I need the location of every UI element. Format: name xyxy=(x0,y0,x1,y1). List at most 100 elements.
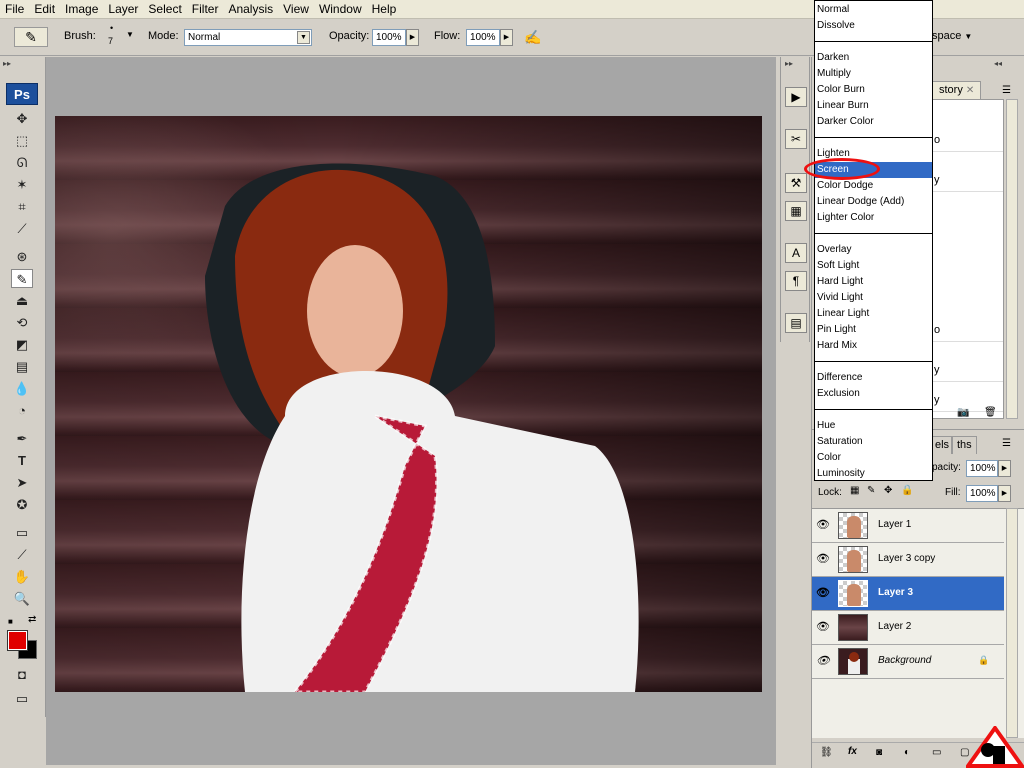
blend-mode-item[interactable]: Overlay xyxy=(815,242,932,258)
magic-wand-tool-icon[interactable]: ✶ xyxy=(11,175,33,194)
lock-image-icon[interactable]: ✎ xyxy=(867,485,875,496)
blend-mode-item[interactable]: Hard Mix xyxy=(815,338,932,354)
move-tool-icon[interactable]: ✥ xyxy=(11,109,33,128)
panel-collapse-icon[interactable]: ▸▸ xyxy=(785,59,793,68)
blur-tool-icon[interactable]: 💧 xyxy=(11,379,33,398)
pen-tool-icon[interactable]: ✒ xyxy=(11,429,33,448)
document-canvas[interactable] xyxy=(55,116,762,692)
menu-filter[interactable]: Filter xyxy=(187,2,224,16)
layer-row[interactable]: 👁 Background 🔒 xyxy=(812,645,1004,679)
lock-all-icon[interactable]: 🔒 xyxy=(901,485,913,496)
panel-menu-icon[interactable]: ☰ xyxy=(1002,438,1011,449)
fill-arrow[interactable]: ▶ xyxy=(998,485,1011,502)
history-item[interactable]: o xyxy=(933,320,1003,342)
menu-file[interactable]: File xyxy=(0,2,29,16)
fill-field[interactable]: 100% xyxy=(966,485,998,502)
marquee-tool-icon[interactable]: ⬚ xyxy=(11,131,33,150)
blend-mode-item[interactable]: Difference xyxy=(815,370,932,386)
blend-mode-item[interactable]: Exclusion xyxy=(815,386,932,402)
lock-transparency-icon[interactable]: ▦ xyxy=(850,485,859,496)
blend-mode-item[interactable]: Darken xyxy=(815,50,932,66)
blend-mode-item[interactable]: Hard Light xyxy=(815,274,932,290)
workspace-menu[interactable]: space ▼ xyxy=(932,30,972,42)
opacity-field[interactable]: 100% xyxy=(372,29,406,46)
layer-style-icon[interactable]: fx xyxy=(848,746,857,757)
eye-icon[interactable]: 👁 xyxy=(816,654,830,668)
tool-presets-icon[interactable]: ✂ xyxy=(785,129,807,149)
healing-brush-tool-icon[interactable]: ⊛ xyxy=(11,247,33,266)
lasso-tool-icon[interactable]: ᘏ xyxy=(11,153,33,172)
blend-mode-item[interactable]: Pin Light xyxy=(815,322,932,338)
eyedropper-tool-icon[interactable]: ⟋ xyxy=(11,219,33,238)
adjustment-layer-icon[interactable]: ◐ xyxy=(904,747,910,758)
brush-tool-icon[interactable]: ✎ xyxy=(11,269,33,288)
mode-select[interactable]: Normal ▼ xyxy=(184,29,312,46)
crop-tool-icon[interactable]: ⌗ xyxy=(11,197,33,216)
layer-opacity-field[interactable]: 100% xyxy=(966,460,998,477)
brushes-icon[interactable]: ▦ xyxy=(785,201,807,221)
menu-view[interactable]: View xyxy=(278,2,314,16)
clone-source-icon[interactable]: ⚒ xyxy=(785,173,807,193)
layer-row[interactable]: 👁 Layer 3 copy xyxy=(812,543,1004,577)
layer-row-selected[interactable]: 👁 Layer 3 xyxy=(812,577,1004,611)
menu-help[interactable]: Help xyxy=(367,2,402,16)
lock-position-icon[interactable]: ✥ xyxy=(884,485,892,496)
menu-select[interactable]: Select xyxy=(143,2,186,16)
panel-collapse-icon[interactable]: ▸▸ xyxy=(3,59,11,68)
path-selection-tool-icon[interactable]: ➤ xyxy=(11,473,33,492)
blend-mode-item[interactable]: Multiply xyxy=(815,66,932,82)
blend-mode-item[interactable]: Darker Color xyxy=(815,114,932,130)
layer-comps-icon[interactable]: ▤ xyxy=(785,313,807,333)
blend-mode-item[interactable]: Color Burn xyxy=(815,82,932,98)
blend-mode-item[interactable]: Color Dodge xyxy=(815,178,932,194)
tab-paths[interactable]: ths xyxy=(952,436,977,454)
menu-layer[interactable]: Layer xyxy=(103,2,143,16)
menu-analysis[interactable]: Analysis xyxy=(223,2,278,16)
blend-mode-item[interactable]: Soft Light xyxy=(815,258,932,274)
link-layers-icon[interactable]: ⛓ xyxy=(820,747,833,758)
history-item[interactable]: y xyxy=(933,170,1003,192)
history-item[interactable]: y xyxy=(933,360,1003,382)
blend-mode-item[interactable]: Linear Dodge (Add) xyxy=(815,194,932,210)
panel-menu-icon[interactable]: ☰ xyxy=(1002,85,1011,96)
menu-image[interactable]: Image xyxy=(60,2,103,16)
tab-history[interactable]: story ✕ xyxy=(932,81,982,99)
panel-collapse-icon[interactable]: ◂◂ xyxy=(994,59,1002,68)
swap-colors-icon[interactable]: ⇄ xyxy=(28,614,36,625)
history-scrollbar[interactable] xyxy=(1006,99,1018,419)
new-group-icon[interactable]: ▭ xyxy=(932,747,941,758)
add-mask-icon[interactable]: ◙ xyxy=(876,747,882,758)
blend-mode-item[interactable]: Linear Burn xyxy=(815,98,932,114)
paragraph-icon[interactable]: ¶ xyxy=(785,271,807,291)
layers-scrollbar[interactable] xyxy=(1006,508,1018,738)
blend-mode-item[interactable]: Saturation xyxy=(815,434,932,450)
menu-edit[interactable]: Edit xyxy=(29,2,60,16)
blend-mode-item[interactable]: Lighter Color xyxy=(815,210,932,226)
eraser-tool-icon[interactable]: ◩ xyxy=(11,335,33,354)
blend-mode-item[interactable]: Luminosity xyxy=(815,466,932,482)
default-colors-icon[interactable]: ■ xyxy=(8,617,13,626)
brush-picker[interactable]: • 7 ▼ xyxy=(104,23,136,51)
airbrush-icon[interactable]: ✍ xyxy=(522,27,544,47)
dodge-tool-icon[interactable]: ◔ xyxy=(11,401,33,420)
type-tool-icon[interactable]: T xyxy=(11,451,33,470)
trash-icon[interactable]: 🗑 xyxy=(984,407,997,418)
blend-mode-item[interactable]: Dissolve xyxy=(815,18,932,34)
layer-row[interactable]: 👁 Layer 2 xyxy=(812,611,1004,645)
blend-mode-item[interactable]: Hue xyxy=(815,418,932,434)
clone-stamp-tool-icon[interactable]: ⏏ xyxy=(11,291,33,310)
history-brush-tool-icon[interactable]: ⟲ xyxy=(11,313,33,332)
actions-icon[interactable]: ▶ xyxy=(785,87,807,107)
eye-icon[interactable]: 👁 xyxy=(816,620,830,634)
menu-window[interactable]: Window xyxy=(314,2,367,16)
tool-preset-picker[interactable]: ✎ xyxy=(14,27,48,47)
quick-mask-icon[interactable]: ◘ xyxy=(11,665,33,684)
close-icon[interactable]: ✕ xyxy=(966,85,974,96)
foreground-color-swatch[interactable] xyxy=(7,630,28,651)
history-item[interactable]: o xyxy=(933,130,1003,152)
blend-mode-item[interactable]: Color xyxy=(815,450,932,466)
blend-mode-item[interactable]: Linear Light xyxy=(815,306,932,322)
custom-shape-tool-icon[interactable]: ✪ xyxy=(11,495,33,514)
eyedropper-sample-tool-icon[interactable]: ⟋ xyxy=(11,545,33,564)
zoom-tool-icon[interactable]: 🔍 xyxy=(11,589,33,608)
